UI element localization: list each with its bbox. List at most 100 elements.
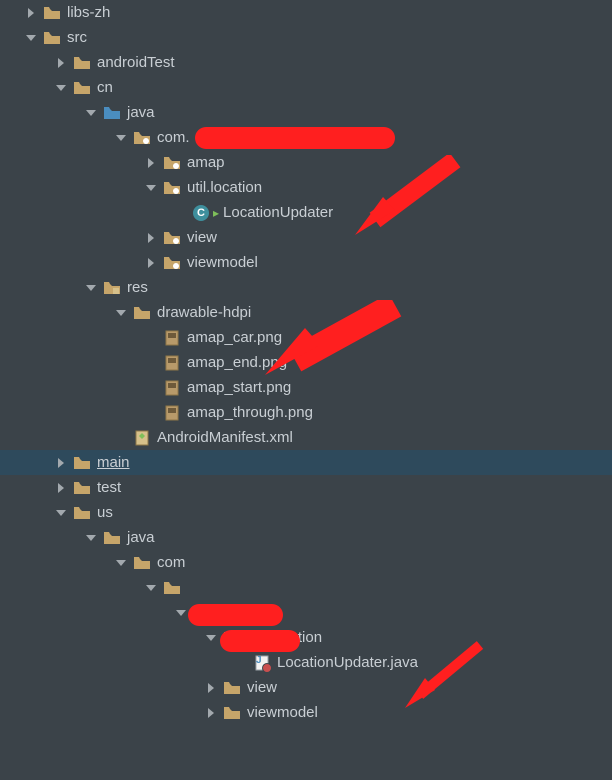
image-file-icon	[163, 354, 181, 372]
package-icon	[163, 154, 181, 172]
folder-icon	[163, 579, 181, 597]
tree-label: com	[157, 554, 185, 571]
tree-item-amap[interactable]: amap	[0, 150, 612, 175]
tree-label: view	[187, 229, 217, 246]
chevron-down-icon[interactable]	[55, 82, 67, 94]
folder-icon	[43, 4, 61, 22]
chevron-right-icon[interactable]	[55, 457, 67, 469]
tree-label: java	[127, 104, 155, 121]
tree-item-util-location-us[interactable]: util.location	[0, 625, 612, 650]
chevron-down-icon[interactable]	[205, 632, 217, 644]
tree-item-amap-start[interactable]: amap_start.png	[0, 375, 612, 400]
project-tree: libs-zh src androidTest cn java com. ama…	[0, 0, 612, 780]
tree-item-view-cn[interactable]: view	[0, 225, 612, 250]
folder-icon	[73, 504, 91, 522]
tree-label: amap_end.png	[187, 354, 287, 371]
chevron-down-icon[interactable]	[115, 557, 127, 569]
tree-item-amap-end[interactable]: amap_end.png	[0, 350, 612, 375]
tree-item-us[interactable]: us	[0, 500, 612, 525]
tree-label: util.location	[187, 179, 262, 196]
chevron-down-icon[interactable]	[85, 282, 97, 294]
chevron-down-icon[interactable]	[85, 532, 97, 544]
resource-folder-icon	[133, 304, 151, 322]
tree-item-src[interactable]: src	[0, 25, 612, 50]
folder-icon	[73, 54, 91, 72]
tree-item-main[interactable]: main	[0, 450, 612, 475]
folder-icon	[193, 604, 211, 622]
tree-label: cn	[97, 79, 113, 96]
tree-item-java-us[interactable]: java	[0, 525, 612, 550]
chevron-down-icon[interactable]	[55, 507, 67, 519]
tree-label: util.location	[247, 629, 322, 646]
tree-item-drawable-hdpi[interactable]: drawable-hdpi	[0, 300, 612, 325]
tree-item-com-cn[interactable]: com.	[0, 125, 612, 150]
class-icon: C	[193, 205, 209, 221]
tree-item-test[interactable]: test	[0, 475, 612, 500]
package-icon	[163, 229, 181, 247]
tree-label: us	[97, 504, 113, 521]
package-icon	[163, 179, 181, 197]
chevron-right-icon[interactable]	[145, 157, 157, 169]
folder-icon	[73, 454, 91, 472]
folder-icon	[223, 704, 241, 722]
chevron-down-icon[interactable]	[85, 107, 97, 119]
runnable-icon: ▸	[213, 206, 219, 220]
tree-label: com.	[157, 129, 190, 146]
chevron-down-icon[interactable]	[25, 32, 37, 44]
tree-label: LocationUpdater	[223, 204, 333, 221]
tree-item-java-cn[interactable]: java	[0, 100, 612, 125]
tree-item-libs-zh[interactable]: libs-zh	[0, 0, 612, 25]
tree-item-res[interactable]: res	[0, 275, 612, 300]
folder-icon	[223, 629, 241, 647]
folder-icon	[103, 529, 121, 547]
tree-label: AndroidManifest.xml	[157, 429, 293, 446]
tree-item-com-us[interactable]: com	[0, 550, 612, 575]
tree-item-manifest[interactable]: AndroidManifest.xml	[0, 425, 612, 450]
tree-item-util-location-cn[interactable]: util.location	[0, 175, 612, 200]
chevron-down-icon[interactable]	[175, 607, 187, 619]
manifest-file-icon	[133, 429, 151, 447]
chevron-right-icon[interactable]	[55, 482, 67, 494]
chevron-down-icon[interactable]	[115, 132, 127, 144]
chevron-down-icon[interactable]	[145, 582, 157, 594]
tree-label: src	[67, 29, 87, 46]
tree-label: drawable-hdpi	[157, 304, 251, 321]
chevron-right-icon[interactable]	[205, 707, 217, 719]
folder-icon	[73, 479, 91, 497]
tree-label: LocationUpdater.java	[277, 654, 418, 671]
tree-label: amap_through.png	[187, 404, 313, 421]
image-file-icon	[163, 329, 181, 347]
tree-item-amap-through[interactable]: amap_through.png	[0, 400, 612, 425]
chevron-down-icon[interactable]	[115, 307, 127, 319]
tree-label: amap_start.png	[187, 379, 291, 396]
folder-icon	[43, 29, 61, 47]
tree-label: androidTest	[97, 54, 175, 71]
tree-label: res	[127, 279, 148, 296]
chevron-right-icon[interactable]	[145, 232, 157, 244]
chevron-right-icon[interactable]	[205, 682, 217, 694]
tree-label: java	[127, 529, 155, 546]
tree-item-viewmodel-cn[interactable]: viewmodel	[0, 250, 612, 275]
chevron-right-icon[interactable]	[55, 57, 67, 69]
source-folder-icon	[103, 104, 121, 122]
tree-label: amap_car.png	[187, 329, 282, 346]
tree-label: amap	[187, 154, 225, 171]
chevron-right-icon[interactable]	[145, 257, 157, 269]
tree-item-locationupdater-java[interactable]: J LocationUpdater.java	[0, 650, 612, 675]
tree-label: viewmodel	[247, 704, 318, 721]
tree-label: view	[247, 679, 277, 696]
image-file-icon	[163, 379, 181, 397]
tree-label: viewmodel	[187, 254, 258, 271]
tree-item-redacted-2[interactable]	[0, 600, 612, 625]
tree-item-androidtest[interactable]: androidTest	[0, 50, 612, 75]
tree-item-locationupdater-class[interactable]: C ▸ LocationUpdater	[0, 200, 612, 225]
tree-label: libs-zh	[67, 4, 110, 21]
tree-item-cn[interactable]: cn	[0, 75, 612, 100]
chevron-down-icon[interactable]	[145, 182, 157, 194]
tree-item-view-us[interactable]: view	[0, 675, 612, 700]
chevron-right-icon[interactable]	[25, 7, 37, 19]
tree-item-amap-car[interactable]: amap_car.png	[0, 325, 612, 350]
image-file-icon	[163, 404, 181, 422]
tree-item-viewmodel-us[interactable]: viewmodel	[0, 700, 612, 725]
tree-item-redacted-1[interactable]	[0, 575, 612, 600]
